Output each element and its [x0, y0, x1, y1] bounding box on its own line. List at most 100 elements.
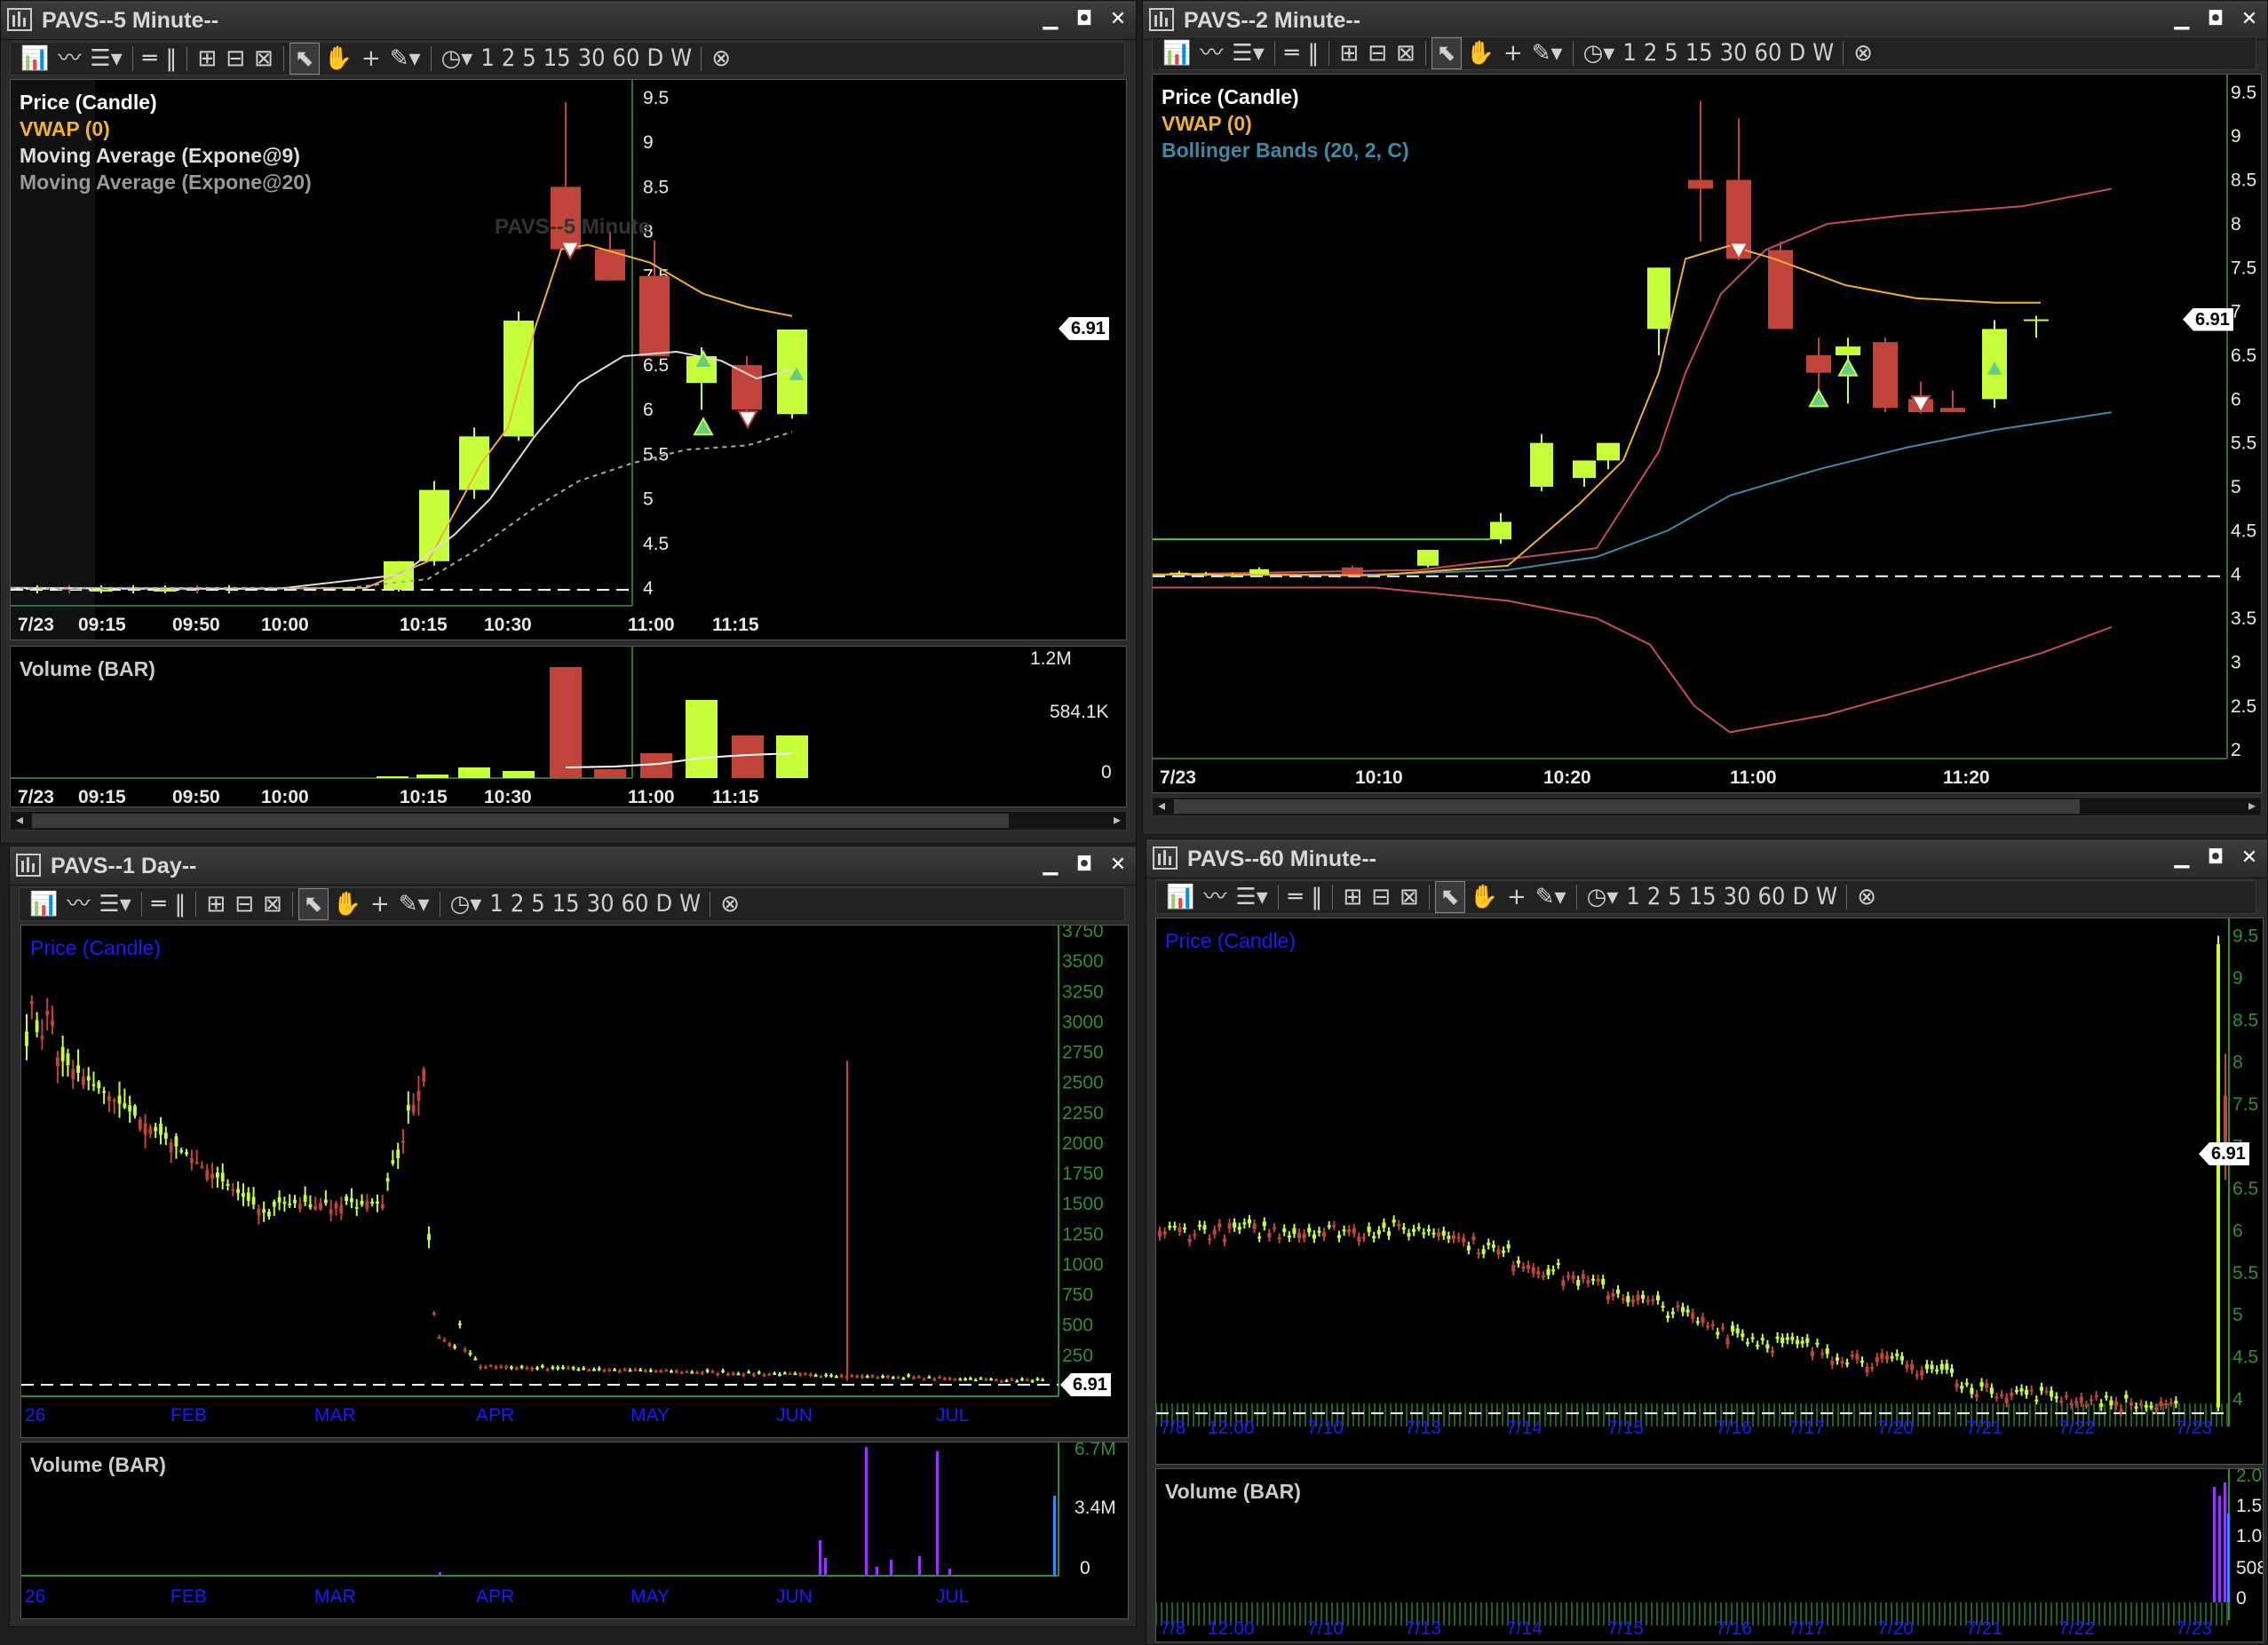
interval-button-d[interactable]: D [643, 44, 667, 74]
indicator-icon[interactable]: 〰 [1195, 38, 1227, 68]
close-button[interactable]: ✕ [2237, 846, 2262, 870]
interval-button-60[interactable]: 60 [1755, 882, 1789, 912]
close-circle-icon[interactable]: ⊗ [707, 44, 735, 74]
interval-button-60[interactable]: 60 [1751, 38, 1786, 68]
interval-button-30[interactable]: 30 [1720, 882, 1755, 912]
scroll-right-arrow[interactable]: ▸ [1108, 812, 1126, 830]
interval-button-d[interactable]: D [652, 889, 676, 919]
close-button[interactable]: ✕ [1106, 854, 1130, 877]
pause-bars-icon[interactable]: ‖ [1306, 882, 1327, 912]
close-button[interactable]: ✕ [1106, 8, 1130, 31]
interval-button-2[interactable]: 2 [507, 889, 527, 919]
zoom-in-icon[interactable]: ⊞ [202, 889, 230, 919]
zoom-in-icon[interactable]: ⊞ [193, 44, 221, 74]
interval-button-1[interactable]: 1 [1619, 38, 1639, 68]
maximize-button[interactable]: ◘ [2203, 846, 2228, 870]
interval-button-15[interactable]: 15 [549, 889, 583, 919]
maximize-button[interactable]: ◘ [1072, 854, 1097, 877]
interval-button-5[interactable]: 5 [519, 44, 539, 74]
titlebar[interactable]: PAVS--60 Minute-- ▁ ◘ ✕ [1146, 839, 2267, 878]
close-button[interactable]: ✕ [2237, 8, 2262, 31]
chart-type-icon[interactable]: 📊 [16, 44, 53, 74]
pointer-icon[interactable]: ⬉ [297, 888, 329, 920]
minimize-button[interactable]: ▁ [2169, 8, 2194, 31]
scroll-thumb[interactable] [32, 814, 1009, 828]
titlebar[interactable]: PAVS--5 Minute-- ▁ ◘ ✕ [1, 1, 1136, 40]
interval-button-15[interactable]: 15 [1685, 882, 1720, 912]
equal-lines-icon[interactable]: ═ [147, 889, 170, 919]
interval-button-2[interactable]: 2 [1644, 882, 1664, 912]
volume-panel[interactable]: 1.2M 584.1K 0 7/23 09:15 09:50 10:00 10:15 10:30… [10, 646, 1127, 807]
zoom-out-icon[interactable]: ⊟ [221, 44, 250, 74]
zoom-reset-icon[interactable]: ⊠ [1392, 38, 1420, 68]
interval-button-w[interactable]: W [676, 889, 704, 919]
indicator-icon[interactable]: 〰 [53, 44, 85, 74]
interval-button-30[interactable]: 30 [583, 889, 618, 919]
zoom-out-icon[interactable]: ⊟ [1363, 38, 1392, 68]
interval-button-1[interactable]: 1 [486, 889, 506, 919]
list-dropdown-icon[interactable]: ☰▾ [85, 44, 126, 74]
horizontal-scrollbar[interactable]: ◂ ▸ [1152, 797, 2262, 816]
list-dropdown-icon[interactable]: ☰▾ [94, 889, 135, 919]
close-circle-icon[interactable]: ⊗ [1849, 38, 1877, 68]
interval-button-w[interactable]: W [1812, 882, 1841, 912]
close-circle-icon[interactable]: ⊗ [716, 889, 744, 919]
interval-button-d[interactable]: D [1785, 38, 1809, 68]
pen-icon[interactable]: ✎▾ [1527, 38, 1567, 68]
minimize-button[interactable]: ▁ [2169, 846, 2194, 870]
interval-button-5[interactable]: 5 [527, 889, 548, 919]
volume-panel[interactable]: 2.0M 1.5M 1.0M 508.5K 0 7/8 12:00 7/10 7/13 7/14 7… [1155, 1468, 2264, 1642]
minimize-button[interactable]: ▁ [1038, 8, 1063, 31]
horizontal-scrollbar[interactable]: ◂ ▸ [10, 811, 1127, 830]
chart-type-icon[interactable]: 📊 [25, 889, 62, 919]
close-circle-icon[interactable]: ⊗ [1852, 882, 1881, 912]
pointer-icon[interactable]: ⬉ [1431, 37, 1462, 69]
interval-button-1[interactable]: 1 [477, 44, 497, 74]
crosshair-icon[interactable]: + [1499, 38, 1527, 68]
indicator-icon[interactable]: 〰 [1199, 882, 1231, 912]
interval-button-d[interactable]: D [1788, 882, 1812, 912]
clock-icon[interactable]: ◷▾ [1579, 38, 1620, 68]
crosshair-icon[interactable]: + [1503, 882, 1531, 912]
maximize-button[interactable]: ◘ [2203, 8, 2228, 31]
price-panel[interactable]: 3750 3500 3250 3000 2750 2500 2250 2000 1750 1500… [20, 925, 1129, 1438]
interval-button-w[interactable]: W [1809, 38, 1837, 68]
clock-icon[interactable]: ◷▾ [1582, 882, 1623, 912]
equal-lines-icon[interactable]: ═ [139, 44, 162, 74]
price-panel[interactable]: 9.5 9 8.5 8 7.5 7 6.5 6 5.5 5 4.5 4 3.5 3 2.5 2 7/23 10:1… [1152, 74, 2262, 793]
pointer-icon[interactable]: ⬉ [289, 43, 320, 75]
scroll-right-arrow[interactable]: ▸ [2243, 798, 2261, 815]
interval-button-15[interactable]: 15 [1682, 38, 1717, 68]
interval-button-30[interactable]: 30 [575, 44, 609, 74]
interval-button-1[interactable]: 1 [1622, 882, 1643, 912]
pause-bars-icon[interactable]: ‖ [161, 44, 181, 74]
interval-button-w[interactable]: W [667, 44, 695, 74]
price-panel[interactable]: 9.598.587.576.565.554.547/812:007/107/13… [1155, 918, 2264, 1465]
hand-icon[interactable]: ✋ [329, 889, 366, 919]
interval-button-15[interactable]: 15 [540, 44, 575, 74]
indicator-icon[interactable]: 〰 [62, 889, 94, 919]
list-dropdown-icon[interactable]: ☰▾ [1231, 882, 1272, 912]
titlebar[interactable]: PAVS--1 Day-- ▁ ◘ ✕ [10, 846, 1136, 886]
price-panel[interactable]: 9.598.587.576.565.554.547/2309:1509:5010… [10, 79, 1127, 640]
zoom-reset-icon[interactable]: ⊠ [258, 889, 287, 919]
hand-icon[interactable]: ✋ [320, 44, 357, 74]
equal-lines-icon[interactable]: ═ [1281, 38, 1304, 68]
interval-button-60[interactable]: 60 [618, 889, 653, 919]
equal-lines-icon[interactable]: ═ [1284, 882, 1307, 912]
pen-icon[interactable]: ✎▾ [1531, 882, 1571, 912]
pause-bars-icon[interactable]: ‖ [1303, 38, 1323, 68]
interval-button-2[interactable]: 2 [498, 44, 519, 74]
interval-button-30[interactable]: 30 [1717, 38, 1751, 68]
hand-icon[interactable]: ✋ [1462, 38, 1499, 68]
pointer-icon[interactable]: ⬉ [1434, 881, 1465, 913]
hand-icon[interactable]: ✋ [1465, 882, 1503, 912]
zoom-out-icon[interactable]: ⊟ [1367, 882, 1395, 912]
interval-button-5[interactable]: 5 [1661, 38, 1681, 68]
scroll-left-arrow[interactable]: ◂ [1153, 798, 1170, 815]
scroll-thumb[interactable] [1174, 799, 2080, 814]
zoom-reset-icon[interactable]: ⊠ [250, 44, 278, 74]
interval-button-60[interactable]: 60 [609, 44, 644, 74]
volume-panel[interactable]: 6.7M 3.4M 0 26 FEB MAR APR MAY JUN JUL Volume (BA… [20, 1442, 1129, 1619]
zoom-reset-icon[interactable]: ⊠ [1395, 882, 1423, 912]
